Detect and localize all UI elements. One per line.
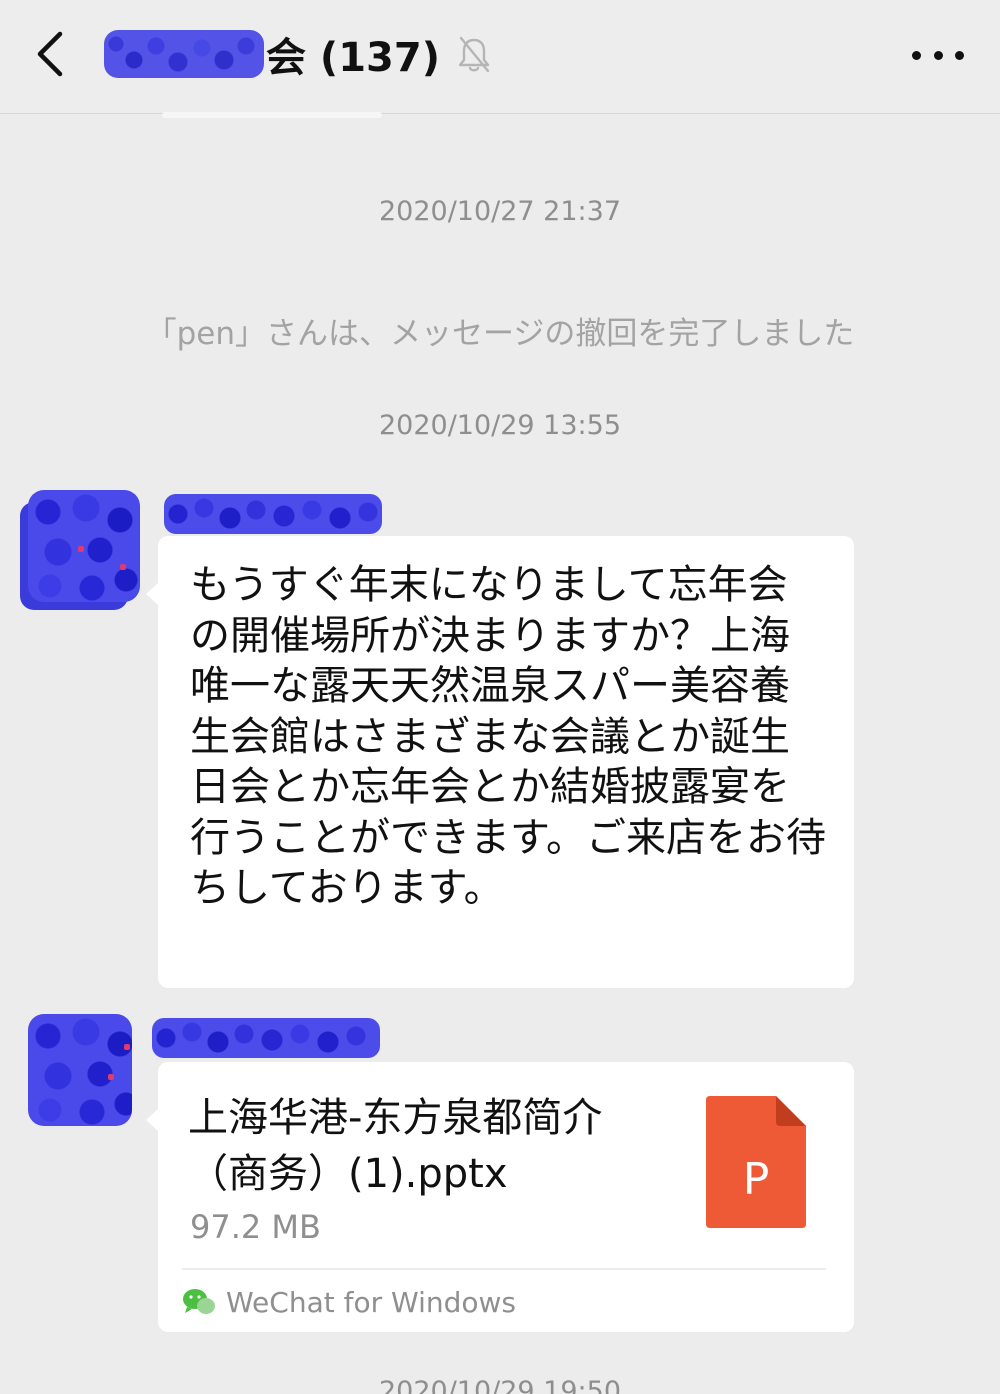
chat-screen: 会 (137) 2020/10/27 21:37 「pen」さんは、メッセージの…	[0, 0, 1000, 1394]
wechat-logo-icon	[183, 1289, 215, 1314]
system-recall-notice: 「pen」さんは、メッセージの撤回を完了しました	[145, 316, 855, 352]
file-size: 97.2 MB	[190, 1208, 321, 1246]
timestamp: 2020/10/29 13:55	[378, 410, 621, 441]
chat-title: 会 (137)	[104, 24, 492, 84]
timestamp: 2020/10/27 21:37	[378, 196, 621, 227]
more-dots-icon	[955, 50, 964, 60]
file-message-card[interactable]: 上海华港-东方泉都简介（商务）(1).pptx 97.2 MB P WeChat…	[146, 1062, 854, 1332]
redacted-sender-name	[164, 494, 382, 534]
chat-header: 会 (137)	[0, 0, 1000, 114]
more-dots-icon	[933, 50, 943, 60]
message-bubble[interactable]: もうすぐ年末になりまして忘年会の開催場所が決まりますか？上海唯一な露天天然温泉ス…	[146, 536, 854, 988]
back-button[interactable]	[30, 28, 74, 80]
file-name: 上海华港-东方泉都简介（商务）(1).pptx	[188, 1095, 603, 1197]
file-source-label: WeChat for Windows	[226, 1285, 516, 1319]
back-arrow-icon	[37, 31, 63, 77]
file-icon-letter: P	[743, 1154, 770, 1205]
redacted-group-name	[104, 30, 264, 78]
file-source: WeChat for Windows	[182, 1284, 516, 1320]
chat-title-text: 会 (137)	[266, 35, 440, 81]
sender-avatar[interactable]	[28, 1014, 132, 1126]
pull-indicator	[162, 112, 382, 118]
redacted-sender-name	[152, 1018, 380, 1058]
powerpoint-file-icon: P	[706, 1096, 806, 1228]
timestamp-partial: 2020/10/29 19:50	[378, 1376, 621, 1394]
sender-avatar[interactable]	[28, 490, 140, 602]
message-text: もうすぐ年末になりまして忘年会の開催場所が決まりますか？上海唯一な露天天然温泉ス…	[190, 562, 826, 911]
more-dots-icon	[912, 50, 921, 60]
divider	[182, 1268, 826, 1270]
bell-off-icon	[458, 36, 490, 73]
more-options-button[interactable]	[912, 44, 964, 66]
